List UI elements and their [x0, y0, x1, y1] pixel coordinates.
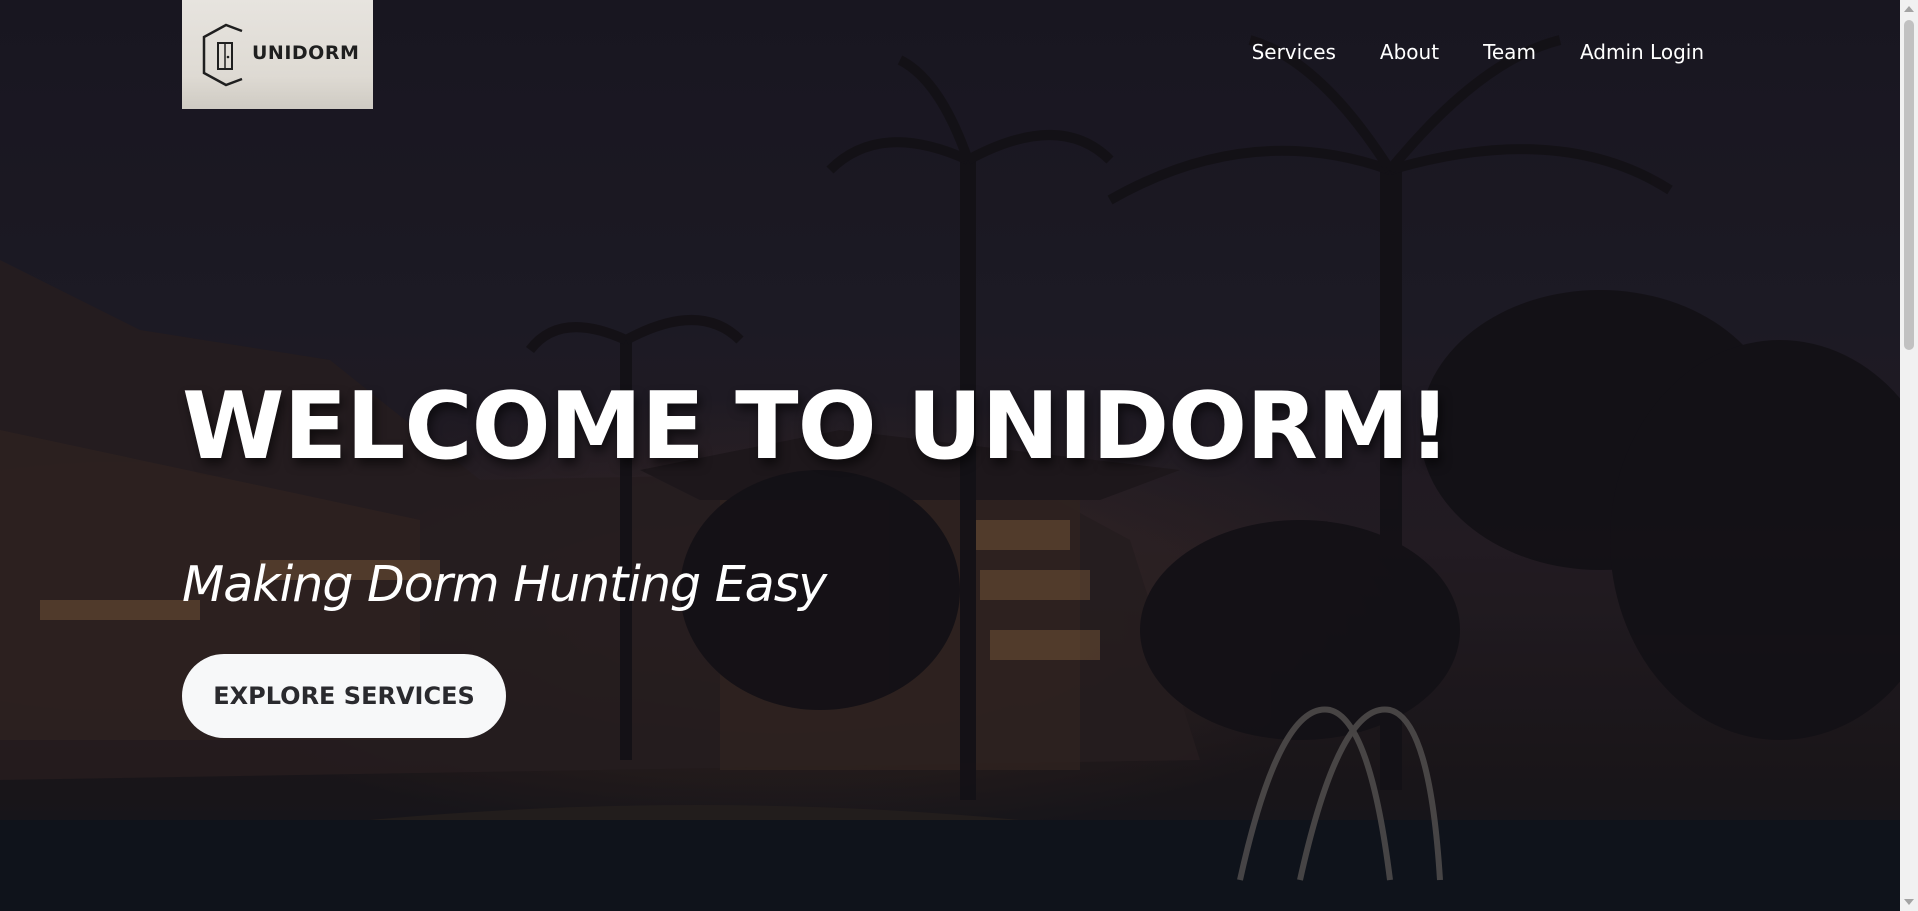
site-logo[interactable]: UNIDORM	[182, 0, 373, 109]
vertical-scrollbar[interactable]	[1900, 0, 1918, 911]
explore-services-button[interactable]: EXPLORE SERVICES	[182, 654, 506, 738]
main-nav: Services About Team Admin Login	[1208, 40, 1704, 64]
door-hexagon-icon	[202, 23, 243, 86]
hero-headline: WELCOME TO UNIDORM!	[182, 372, 1451, 480]
nav-item-admin-login[interactable]: Admin Login	[1580, 40, 1704, 64]
hero-tagline: Making Dorm Hunting Easy	[182, 556, 827, 613]
nav-item-team[interactable]: Team	[1483, 40, 1536, 64]
scroll-down-arrow-icon[interactable]	[1904, 899, 1914, 905]
scroll-up-arrow-icon[interactable]	[1904, 6, 1914, 12]
logo-text: UNIDORM	[252, 41, 360, 64]
nav-item-services[interactable]: Services	[1252, 40, 1336, 64]
scrollbar-thumb[interactable]	[1904, 20, 1914, 350]
nav-item-about[interactable]: About	[1380, 40, 1439, 64]
